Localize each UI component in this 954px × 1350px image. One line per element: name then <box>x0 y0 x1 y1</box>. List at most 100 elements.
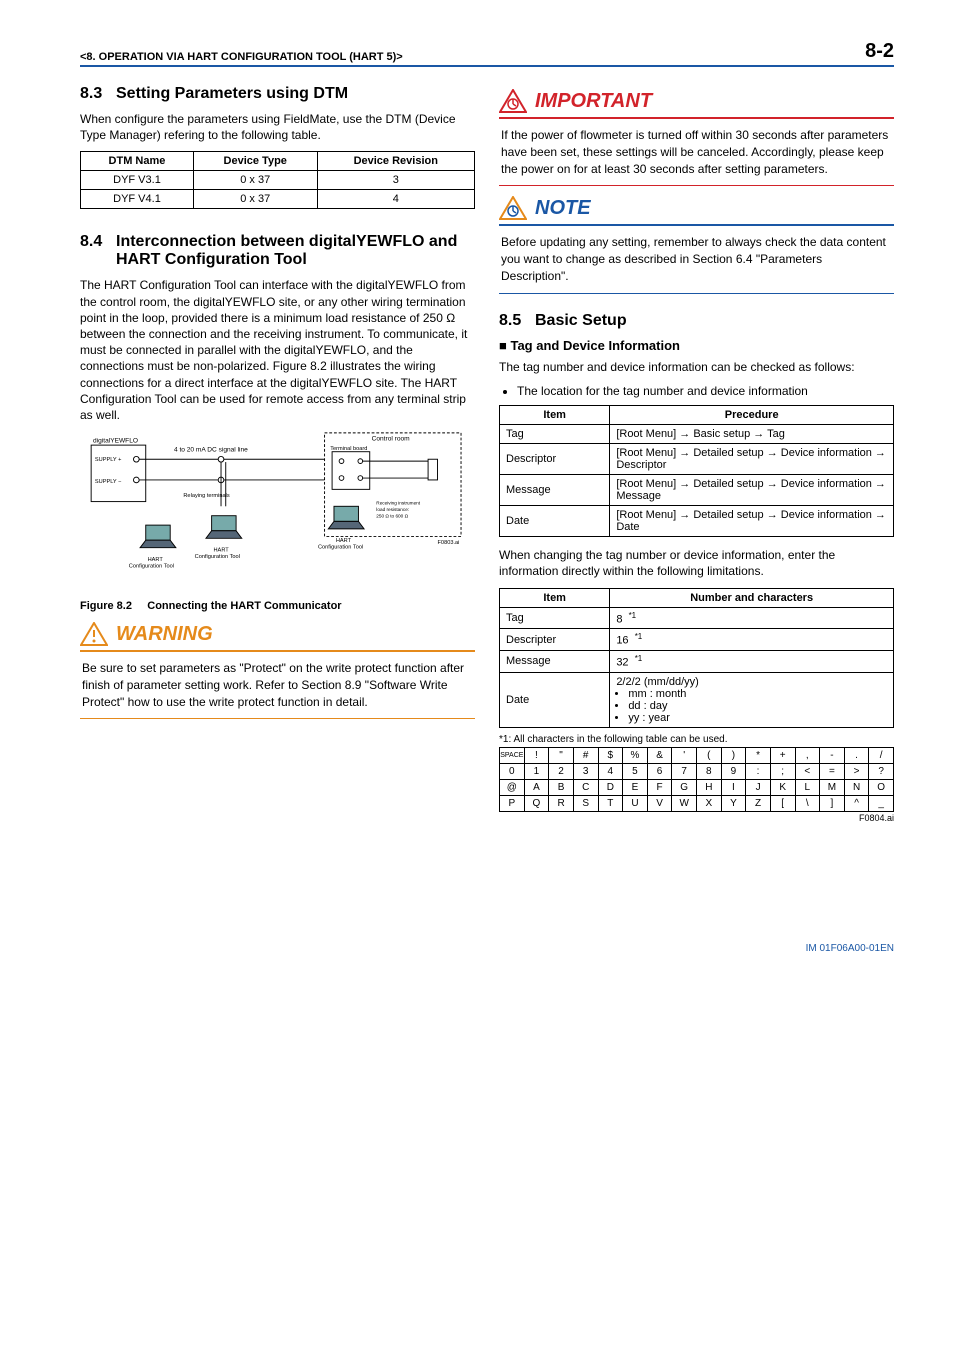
tag-device-heading: Tag and Device Information <box>499 338 894 353</box>
char-cell: $ <box>598 747 623 763</box>
left-column: 8.3 Setting Parameters using DTM When co… <box>80 79 475 823</box>
char-cell: 1 <box>524 763 549 779</box>
char-cell: T <box>598 795 623 811</box>
char-cell: J <box>746 779 771 795</box>
svg-text:Receiving instrument: Receiving instrument load resistance: 25… <box>376 500 421 518</box>
char-cell: C <box>573 779 598 795</box>
char-cell: - <box>820 747 845 763</box>
table-cell: 0 x 37 <box>193 190 317 209</box>
limits-table: Item Number and characters Tag 8 *1 Desc… <box>499 588 894 728</box>
char-cell: P <box>500 795 525 811</box>
dtm-th-name: DTM Name <box>81 152 194 171</box>
char-cell: O <box>869 779 894 795</box>
section-8-3-para: When configure the parameters using Fiel… <box>80 111 475 143</box>
char-cell: X <box>697 795 722 811</box>
important-title: IMPORTANT <box>535 90 652 113</box>
char-cell: ] <box>820 795 845 811</box>
char-cell: ; <box>770 763 795 779</box>
char-cell: ( <box>697 747 722 763</box>
char-cell: / <box>869 747 894 763</box>
char-cell: 8 <box>697 763 722 779</box>
warning-box: WARNING Be sure to set parameters as "Pr… <box>80 622 475 719</box>
char-cell: N <box>844 779 869 795</box>
char-cell: Y <box>721 795 746 811</box>
warning-body: Be sure to set parameters as "Protect" o… <box>80 652 475 719</box>
char-cell: 6 <box>647 763 672 779</box>
char-cell: 5 <box>623 763 648 779</box>
svg-text:SUPPLY −: SUPPLY − <box>95 479 122 485</box>
chargrid-footnote: *1: All characters in the following tabl… <box>499 734 894 745</box>
char-cell: > <box>844 763 869 779</box>
table-cell: DYF V4.1 <box>81 190 194 209</box>
svg-text:Terminal board: Terminal board <box>330 446 367 452</box>
char-cell: 9 <box>721 763 746 779</box>
char-cell: < <box>795 763 820 779</box>
char-cell: 0 <box>500 763 525 779</box>
character-grid: SPACE!"#$%&'()*+,-./0123456789:;<=>?@ABC… <box>499 747 894 812</box>
section-8-5-title: 8.5 Basic Setup <box>499 312 894 330</box>
char-cell: [ <box>770 795 795 811</box>
char-cell: B <box>549 779 574 795</box>
dtm-th-type: Device Type <box>193 152 317 171</box>
char-cell: A <box>524 779 549 795</box>
section-8-4-para: The HART Configuration Tool can interfac… <box>80 277 475 423</box>
table-cell: 4 <box>317 190 475 209</box>
table-cell: 3 <box>317 171 475 190</box>
char-cell: . <box>844 747 869 763</box>
svg-text:HART Configuration: HART Configuration Tool <box>318 538 363 551</box>
chapter-label: <8. OPERATION VIA HART CONFIGURATION TOO… <box>80 51 403 63</box>
char-cell: ! <box>524 747 549 763</box>
char-cell: G <box>672 779 697 795</box>
svg-text:HART Configuration: HART Configuration Tool <box>195 548 240 561</box>
char-cell: \ <box>795 795 820 811</box>
char-cell: , <box>795 747 820 763</box>
note-triangle-icon <box>499 196 527 220</box>
char-cell: D <box>598 779 623 795</box>
char-cell: 2 <box>549 763 574 779</box>
figure-caption: Figure 8.2 Connecting the HART Communica… <box>80 600 475 612</box>
char-cell: # <box>573 747 598 763</box>
char-cell: + <box>770 747 795 763</box>
char-cell: R <box>549 795 574 811</box>
char-cell: = <box>820 763 845 779</box>
important-box: IMPORTANT If the power of flowmeter is t… <box>499 89 894 186</box>
warning-triangle-icon <box>80 622 108 646</box>
warning-title: WARNING <box>116 623 213 646</box>
dtm-table: DTM Name Device Type Device Revision DYF… <box>80 151 475 209</box>
char-cell: F <box>647 779 672 795</box>
right-column: IMPORTANT If the power of flowmeter is t… <box>499 79 894 823</box>
figure-8-2: digitalYEWFLO SUPPLY + SUPPLY − 4 to 20 … <box>80 431 475 594</box>
char-cell: I <box>721 779 746 795</box>
char-cell: : <box>746 763 771 779</box>
sec85-para2: When changing the tag number or device i… <box>499 547 894 579</box>
svg-text:HART Configuration: HART Configuration Tool <box>129 557 174 570</box>
page-header: <8. OPERATION VIA HART CONFIGURATION TOO… <box>80 40 894 67</box>
table-cell: DYF V3.1 <box>81 171 194 190</box>
char-cell: ^ <box>844 795 869 811</box>
char-cell: 7 <box>672 763 697 779</box>
char-cell: K <box>770 779 795 795</box>
char-cell: L <box>795 779 820 795</box>
char-cell: ? <box>869 763 894 779</box>
char-cell: M <box>820 779 845 795</box>
chargrid-ref: F0804.ai <box>499 813 894 823</box>
svg-text:digitalYEWFLO: digitalYEWFLO <box>93 437 138 444</box>
char-cell: E <box>623 779 648 795</box>
char-cell: U <box>623 795 648 811</box>
svg-text:Control room: Control room <box>372 435 411 442</box>
section-8-4-title: 8.4 Interconnection between digitalYEWFL… <box>80 233 475 269</box>
important-triangle-icon <box>499 89 527 113</box>
svg-text:F0803.ai: F0803.ai <box>438 540 460 546</box>
procedure-table: Item Precedure Tag[Root Menu] → Basic se… <box>499 405 894 537</box>
char-cell: 3 <box>573 763 598 779</box>
note-box: NOTE Before updating any setting, rememb… <box>499 196 894 293</box>
sec85-para1: The tag number and device information ca… <box>499 359 894 375</box>
svg-text:SUPPLY +: SUPPLY + <box>95 457 122 463</box>
char-cell: @ <box>500 779 525 795</box>
page-number: 8-2 <box>865 40 894 63</box>
char-cell: S <box>573 795 598 811</box>
char-cell: " <box>549 747 574 763</box>
char-cell: ) <box>721 747 746 763</box>
svg-text:4 to 20 mA DC signal line: 4 to 20 mA DC signal line <box>174 447 248 454</box>
char-cell: H <box>697 779 722 795</box>
